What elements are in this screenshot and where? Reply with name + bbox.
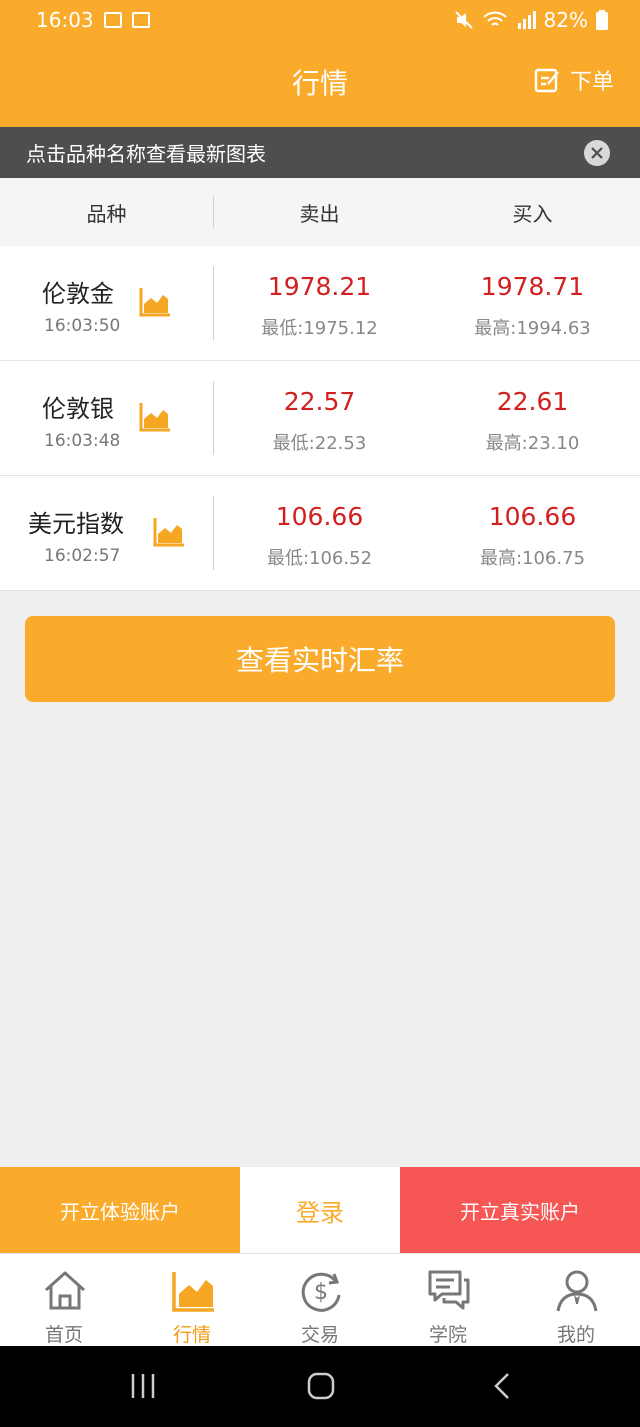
order-label: 下单	[569, 70, 614, 95]
app-bar: 行情 下单	[0, 40, 640, 127]
quote-time: 16:03:50	[44, 316, 121, 336]
status-time: 16:03	[36, 8, 94, 32]
open-demo-account-button[interactable]: 开立体验账户	[0, 1167, 240, 1253]
tab-label: 交易	[300, 1324, 339, 1346]
high-price: 最高:1994.63	[474, 318, 591, 339]
close-notice-button[interactable]	[584, 140, 610, 166]
home-icon	[44, 1271, 86, 1310]
bottom-tab-bar: 首页 行情 $ 交易 学院 我的	[0, 1253, 640, 1346]
quote-table-header: 品种 卖出 买入	[0, 178, 640, 246]
tab-label: 学院	[428, 1324, 467, 1346]
product-cell[interactable]: 美元指数 16:02:57	[0, 476, 213, 590]
sell-cell[interactable]: 1978.21 最低:1975.12	[213, 246, 426, 360]
order-button[interactable]: 下单	[534, 64, 614, 96]
header-buy: 买入	[512, 201, 553, 226]
quote-time: 16:03:48	[44, 431, 121, 451]
buy-price: 106.66	[488, 502, 577, 531]
recent-apps-icon[interactable]	[128, 1372, 158, 1400]
status-bar: 16:03 82%	[0, 0, 640, 40]
buy-price: 22.61	[496, 387, 569, 416]
signal-icon	[517, 11, 536, 29]
product-cell[interactable]: 伦敦金 16:03:50	[0, 246, 213, 360]
high-price: 最高:23.10	[485, 433, 580, 454]
tab-label: 我的	[556, 1324, 595, 1346]
back-icon[interactable]	[490, 1372, 514, 1400]
sell-cell[interactable]: 106.66 最低:106.52	[213, 476, 426, 590]
chart-icon[interactable]	[138, 401, 172, 433]
chat-icon	[428, 1270, 470, 1310]
low-price: 最低:106.52	[266, 548, 373, 569]
product-name[interactable]: 伦敦金	[42, 274, 114, 309]
header-product: 品种	[86, 201, 127, 226]
chart-icon	[172, 1272, 214, 1312]
chart-icon[interactable]	[152, 516, 186, 548]
tab-label: 首页	[44, 1324, 83, 1346]
battery-text: 82%	[543, 8, 588, 32]
tab-profile[interactable]: 我的	[512, 1254, 640, 1346]
product-cell[interactable]: 伦敦银 16:03:48	[0, 361, 213, 475]
svg-text:$: $	[314, 1280, 328, 1305]
user-icon	[556, 1270, 598, 1312]
quote-list: 伦敦金 16:03:50 1978.21 最低:1975.12 1978.71 …	[0, 246, 640, 591]
buy-price: 1978.71	[480, 272, 585, 301]
account-bar: 开立体验账户 登录 开立真实账户	[0, 1167, 640, 1253]
sell-price: 22.57	[283, 387, 356, 416]
low-price: 最低:1975.12	[261, 318, 378, 339]
system-nav-bar	[0, 1346, 640, 1427]
battery-icon	[596, 10, 608, 30]
low-price: 最低:22.53	[272, 433, 367, 454]
chart-icon[interactable]	[138, 286, 172, 318]
quote-row-london-silver[interactable]: 伦敦银 16:03:48 22.57 最低:22.53 22.61 最高:23.…	[0, 361, 640, 476]
header-divider	[213, 196, 214, 228]
open-real-account-button[interactable]: 开立真实账户	[400, 1167, 640, 1253]
high-price: 最高:106.75	[479, 548, 586, 569]
header-sell: 卖出	[299, 201, 340, 226]
tab-home[interactable]: 首页	[0, 1254, 128, 1346]
notice-text: 点击品种名称查看最新图表	[26, 142, 266, 166]
wifi-icon	[482, 11, 507, 26]
quote-row-london-gold[interactable]: 伦敦金 16:03:50 1978.21 最低:1975.12 1978.71 …	[0, 246, 640, 361]
sell-cell[interactable]: 22.57 最低:22.53	[213, 361, 426, 475]
dollar-icon: $	[301, 1272, 341, 1312]
sell-price: 1978.21	[267, 272, 372, 301]
product-name[interactable]: 伦敦银	[42, 389, 114, 424]
gallery-icon	[103, 12, 122, 28]
buy-cell[interactable]: 22.61 最高:23.10	[426, 361, 639, 475]
mute-icon	[454, 11, 473, 29]
close-icon	[591, 147, 603, 159]
checkbox-icon	[131, 12, 150, 28]
home-button-icon[interactable]	[306, 1372, 336, 1400]
quote-row-dollar-index[interactable]: 美元指数 16:02:57 106.66 最低:106.52 106.66 最高…	[0, 476, 640, 591]
tab-market[interactable]: 行情	[128, 1254, 256, 1346]
buy-cell[interactable]: 106.66 最高:106.75	[426, 476, 639, 590]
tab-academy[interactable]: 学院	[384, 1254, 512, 1346]
quote-time: 16:02:57	[44, 546, 121, 566]
buy-cell[interactable]: 1978.71 最高:1994.63	[426, 246, 639, 360]
product-name[interactable]: 美元指数	[28, 504, 124, 539]
tab-label: 行情	[172, 1324, 211, 1346]
realtime-rate-button[interactable]: 查看实时汇率	[25, 616, 615, 702]
tab-trade[interactable]: $ 交易	[256, 1254, 384, 1346]
edit-icon	[534, 68, 559, 93]
login-button[interactable]: 登录	[240, 1167, 400, 1253]
sell-price: 106.66	[275, 502, 364, 531]
notice-banner: 点击品种名称查看最新图表	[0, 127, 640, 178]
